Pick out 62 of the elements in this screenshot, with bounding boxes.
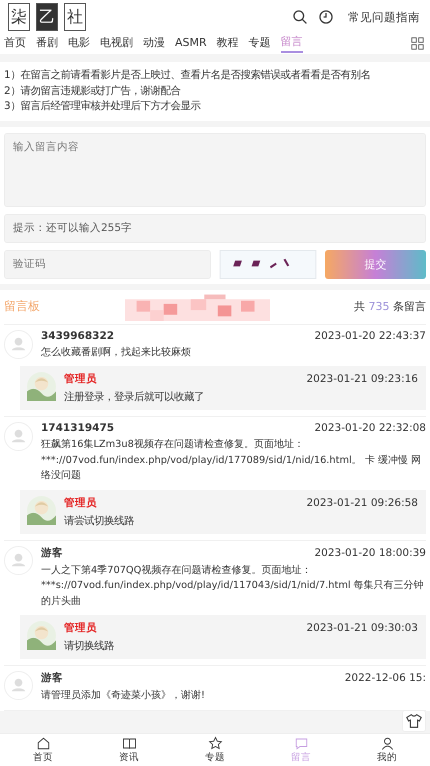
- search-icon[interactable]: [292, 9, 308, 25]
- user-name: 1741319475: [41, 422, 114, 434]
- help-guide-link[interactable]: 常见问题指南: [348, 10, 420, 24]
- avatar-icon: [4, 671, 33, 700]
- bottom-nav-item[interactable]: 首页: [23, 736, 63, 764]
- comment-time: 2023-01-20 18:00:39: [314, 546, 426, 558]
- home-icon: [36, 736, 50, 751]
- reply-text: 请切换线路: [64, 639, 115, 653]
- grid-icon[interactable]: [411, 36, 424, 50]
- admin-name: 管理员: [64, 372, 97, 386]
- user-name: 3439968322: [41, 330, 114, 342]
- comment-text: 请管理员添加《奇迹菜小孩》，谢谢!: [41, 688, 206, 703]
- reply-text: 请尝试切换线路: [64, 514, 135, 528]
- book-icon: [122, 736, 136, 751]
- nav-tab[interactable]: 电影: [68, 34, 90, 52]
- board-title: 留言板: [4, 298, 40, 315]
- reply-time: 2023-01-21 09:23:16: [306, 373, 418, 385]
- comment-text: 狂飙第16集LZm3u8视频存在问题请检查修复。页面地址：***://07vod.fun/index.php/vod/play/id/177089/sid/1/nid/16.html。 卡 缓冲慢 网络没问题: [41, 438, 422, 483]
- avatar-icon: [4, 422, 33, 451]
- captcha-field[interactable]: 验证码: [4, 250, 211, 278]
- avatar-icon: [4, 546, 33, 574]
- star-icon: [208, 736, 222, 751]
- reply-time: 2023-01-21 09:30:03: [306, 622, 418, 634]
- user-name: 游客: [41, 546, 63, 560]
- shirt-icon: [405, 712, 423, 730]
- admin-name: 管理员: [64, 621, 97, 635]
- theme-button[interactable]: [402, 710, 426, 732]
- admin-avatar-icon: [27, 621, 56, 650]
- nav-tab[interactable]: 番剧: [36, 34, 58, 52]
- logo-character: 柒: [8, 3, 30, 31]
- nav-tab[interactable]: 首页: [4, 34, 26, 52]
- notice-text: 1）在留言之前请看看影片是否上映过、查看片名是否搜索错误或者看看是否有别名: [4, 68, 372, 83]
- logo-character: 社: [64, 3, 86, 31]
- bottom-nav-item[interactable]: 资讯: [109, 736, 149, 764]
- nav-tab[interactable]: ASMR: [175, 36, 207, 50]
- admin-avatar-icon: [27, 372, 56, 401]
- comment-time: 2022-12-06 15:: [344, 672, 426, 684]
- user-icon: [380, 736, 394, 751]
- hint-text: 提示：还可以输入255字: [4, 214, 426, 242]
- notice-text: 2）请勿留言违规影或打广告，谢谢配合: [4, 84, 182, 98]
- message-field[interactable]: 输入留言内容: [4, 132, 426, 206]
- logo-character: 乙: [36, 3, 58, 31]
- bottom-nav-item[interactable]: 专题: [195, 736, 235, 764]
- nav-tab[interactable]: 专题: [248, 34, 271, 52]
- comment-time: 2023-01-20 22:32:08: [314, 422, 426, 434]
- message-count: 共 735 条留言: [354, 299, 426, 314]
- admin-avatar-icon: [27, 496, 56, 524]
- nav-tab[interactable]: 动漫: [143, 34, 165, 52]
- chat-icon: [294, 736, 308, 751]
- reply-time: 2023-01-21 09:26:58: [306, 496, 418, 508]
- bottom-nav-item[interactable]: 我的: [367, 736, 407, 764]
- reply-text: 注册登录，登录后就可以收藏了: [64, 390, 205, 404]
- user-name: 游客: [41, 671, 63, 685]
- admin-name: 管理员: [64, 496, 97, 510]
- clock-icon[interactable]: [318, 9, 334, 25]
- comment-time: 2023-01-20 22:43:37: [314, 330, 426, 342]
- avatar-icon: [4, 330, 33, 358]
- notice-text: 3）留言后经管理审核并处理后下方才会显示: [4, 99, 202, 114]
- nav-tab[interactable]: 教程: [216, 34, 239, 52]
- comment-text: 一人之下第4季707QQ视频存在问题请检查修复。页面地址：***s://07vod.fun/index.php/vod/play/id/117043/sid/1/nid/7.html 每集只有三分钟的片头曲: [41, 564, 425, 608]
- comment-text: 怎么收藏番剧啊，找起来比较麻烦: [41, 346, 192, 360]
- nav-tab[interactable]: 电视剧: [100, 34, 133, 52]
